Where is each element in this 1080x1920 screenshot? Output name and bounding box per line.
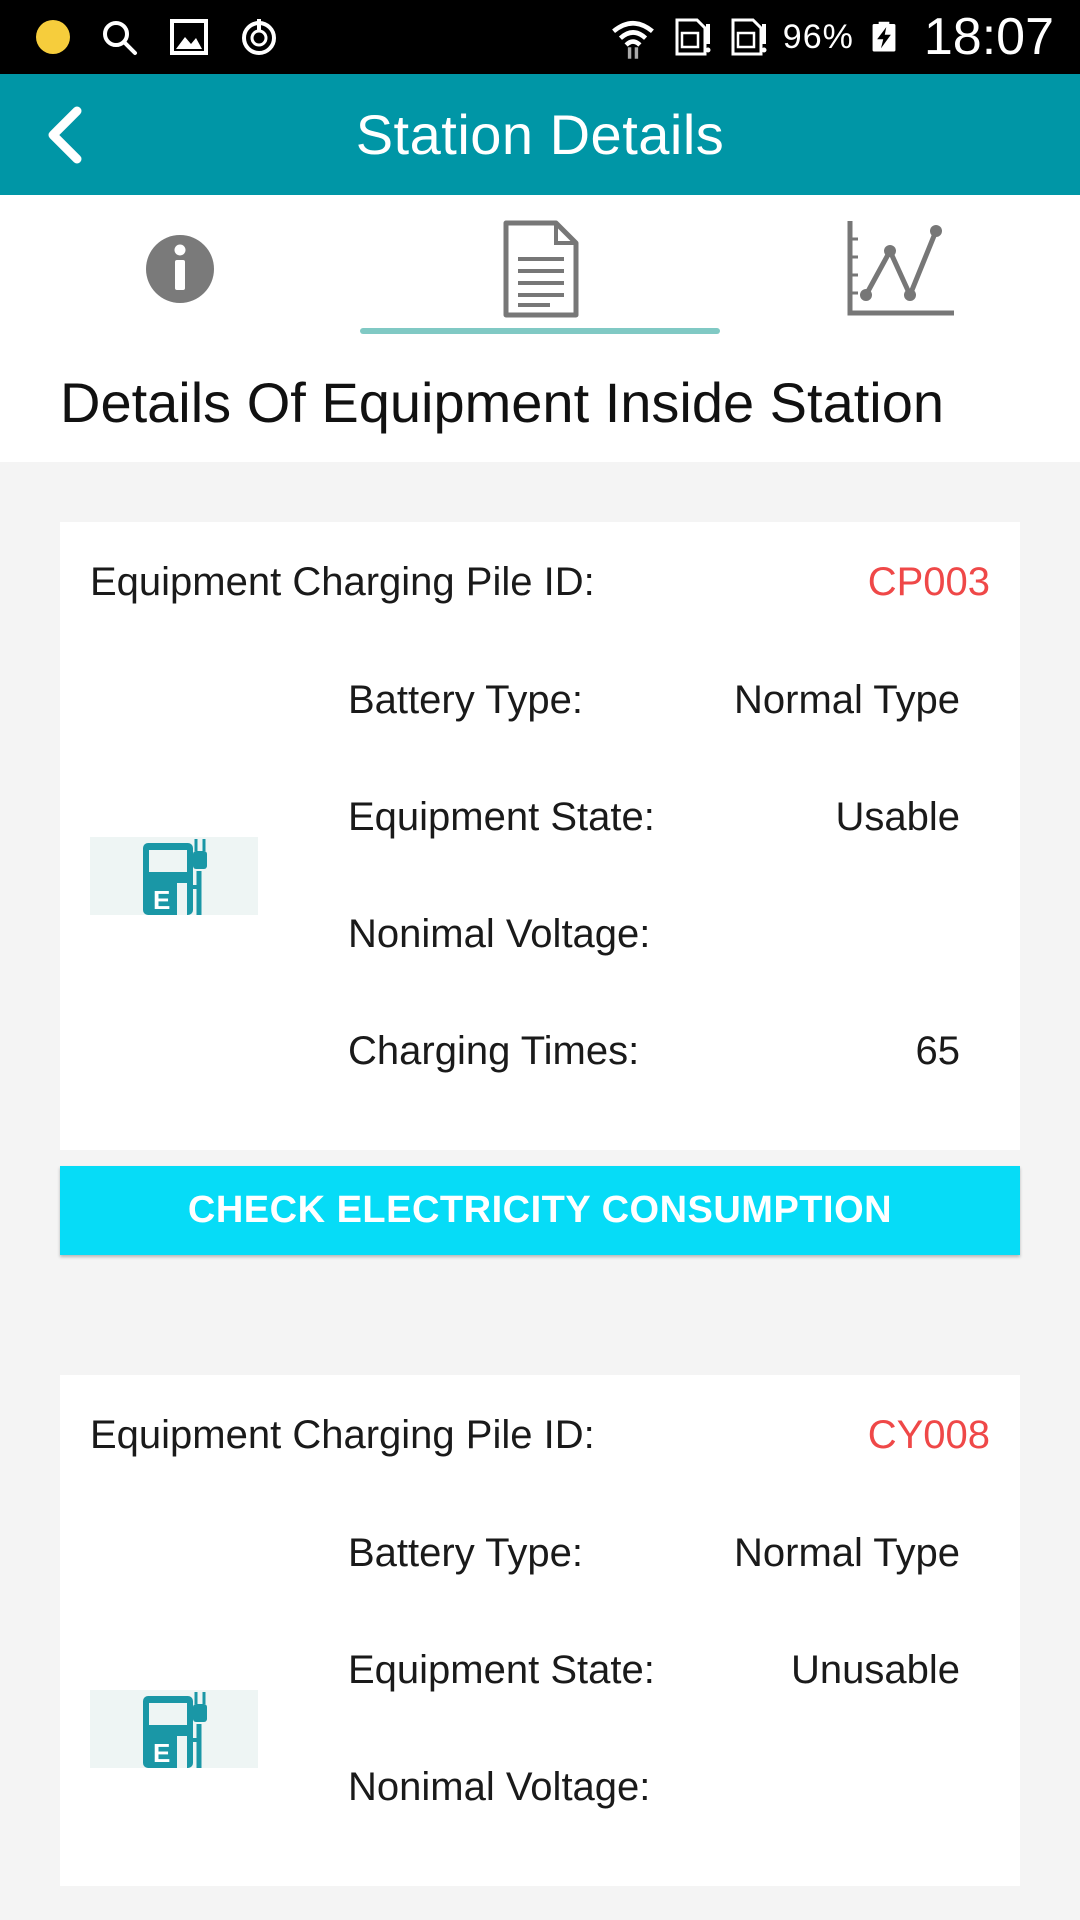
charging-station-icon: E <box>143 839 207 915</box>
status-bar-right: 96% 18:07 <box>609 7 1054 67</box>
field-value: Normal Type <box>733 1531 960 1575</box>
field-charging-times: Charging Times: 65 <box>348 993 960 1110</box>
field-label: Battery Type: <box>348 1531 583 1575</box>
field-value: Normal Type <box>733 678 960 722</box>
tab-details[interactable] <box>360 195 720 342</box>
field-value: Unusable <box>790 1648 960 1692</box>
app-bar: Station Details <box>0 74 1080 195</box>
field-label: Equipment State: <box>348 795 655 839</box>
line-chart-icon <box>847 220 954 315</box>
sync-icon <box>242 19 276 55</box>
check-electricity-consumption-button[interactable]: CHECK ELECTRICITY CONSUMPTION <box>60 1166 1020 1255</box>
battery-percent: 96% <box>782 17 854 56</box>
document-icon <box>503 220 579 317</box>
tab-statistics[interactable] <box>720 195 1080 342</box>
equipment-fields: Battery Type: Normal Type Equipment Stat… <box>348 1495 990 1846</box>
equipment-image: E <box>90 837 258 915</box>
equipment-card: Equipment Charging Pile ID: CP003 E Batt… <box>60 522 1020 1150</box>
field-nominal-voltage: Nonimal Voltage: <box>348 1729 960 1846</box>
wifi-icon <box>611 21 654 59</box>
equipment-id-label: Equipment Charging Pile ID: <box>90 1412 595 1457</box>
field-label: Battery Type: <box>348 678 583 722</box>
chevron-left-icon <box>48 106 82 164</box>
equipment-id-row: Equipment Charging Pile ID: CP003 <box>90 522 990 642</box>
charging-station-icon: E <box>143 1692 207 1768</box>
image-icon <box>170 19 208 55</box>
page-title: Station Details <box>355 103 725 166</box>
equipment-id-row: Equipment Charging Pile ID: CY008 <box>90 1375 990 1495</box>
equipment-id-value: CP003 <box>867 559 990 604</box>
info-icon <box>146 234 214 303</box>
field-label: Nonimal Voltage: <box>348 912 651 956</box>
field-nominal-voltage: Nonimal Voltage: <box>348 876 960 993</box>
field-label: Nonimal Voltage: <box>348 1765 651 1809</box>
section-title: Details Of Equipment Inside Station <box>0 342 1080 462</box>
notification-dot-icon <box>36 20 70 54</box>
field-label: Equipment State: <box>348 1648 655 1692</box>
equipment-card: Equipment Charging Pile ID: CY008 E Batt… <box>60 1375 1020 1886</box>
sim-icon <box>675 18 711 56</box>
equipment-list: Equipment Charging Pile ID: CP003 E Batt… <box>0 462 1080 1886</box>
status-bar-left <box>36 16 280 58</box>
tab-info[interactable] <box>0 195 360 342</box>
equipment-id-label: Equipment Charging Pile ID: <box>90 559 595 604</box>
field-battery-type: Battery Type: Normal Type <box>348 642 960 759</box>
battery-charging-icon <box>872 21 896 52</box>
sim-icon <box>731 18 767 56</box>
clock: 18:07 <box>923 8 1054 66</box>
field-value: Usable <box>835 795 960 839</box>
field-equipment-state: Equipment State: Usable <box>348 759 960 876</box>
equipment-fields: Battery Type: Normal Type Equipment Stat… <box>348 642 990 1110</box>
search-icon <box>103 21 137 55</box>
equipment-id-value: CY008 <box>867 1412 990 1457</box>
field-label: Charging Times: <box>348 1029 640 1073</box>
status-bar: 96% 18:07 <box>0 0 1080 74</box>
field-battery-type: Battery Type: Normal Type <box>348 1495 960 1612</box>
tab-bar <box>0 195 1080 342</box>
back-button[interactable] <box>30 100 100 170</box>
equipment-body: E Battery Type: Normal Type Equipment St… <box>90 642 990 1150</box>
field-equipment-state: Equipment State: Unusable <box>348 1612 960 1729</box>
field-value: 65 <box>915 1029 961 1073</box>
equipment-image: E <box>90 1690 258 1768</box>
equipment-body: E Battery Type: Normal Type Equipment St… <box>90 1495 990 1886</box>
svg-text:E: E <box>153 885 170 915</box>
svg-text:E: E <box>153 1738 170 1768</box>
